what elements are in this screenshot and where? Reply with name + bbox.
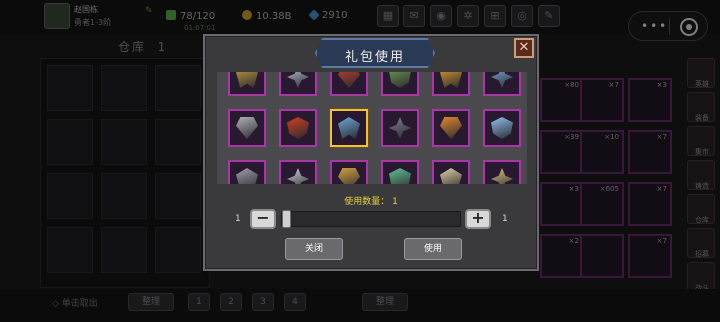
gift-item[interactable] (483, 109, 521, 147)
increase-button[interactable]: + (465, 209, 491, 229)
gift-item[interactable] (279, 72, 317, 96)
gift-item[interactable] (330, 72, 368, 96)
orange-sun-emblem-icon (440, 117, 462, 139)
gift-item[interactable] (279, 109, 317, 147)
crossed-swords-emblem-icon (236, 72, 258, 88)
gold-spike-emblem-icon (491, 168, 513, 184)
blue-gold-cross-emblem-icon (338, 117, 360, 139)
quantity-slider[interactable] (281, 210, 461, 228)
gift-item[interactable] (381, 72, 419, 96)
gift-pack-dialog: 礼包使用 ✕ 使用数量： 1 1 − + 1 关闭 使用 (203, 34, 539, 271)
gift-item[interactable] (228, 109, 266, 147)
gift-item[interactable] (432, 160, 470, 184)
grey-wolf-emblem-icon (236, 168, 258, 184)
gift-item[interactable] (483, 160, 521, 184)
blue-crystal-emblem-icon (491, 72, 513, 88)
quantity-max: 1 (502, 214, 508, 224)
gift-item[interactable] (330, 109, 368, 147)
decrease-button[interactable]: − (250, 209, 276, 229)
use-button[interactable]: 使用 (404, 238, 462, 260)
gift-item[interactable] (432, 109, 470, 147)
gift-item[interactable] (228, 72, 266, 96)
gift-item[interactable] (432, 72, 470, 96)
close-button[interactable]: 关闭 (285, 238, 343, 260)
winged-helm-emblem-icon (287, 72, 309, 88)
red-crest-emblem-icon (338, 72, 360, 88)
gift-item[interactable] (330, 160, 368, 184)
silver-skull-emblem-icon (236, 117, 258, 139)
white-wing-emblem-icon (287, 168, 309, 184)
jade-wing-emblem-icon (389, 168, 411, 184)
quantity-min: 1 (235, 214, 241, 224)
dialog-title-banner: 礼包使用 (315, 38, 435, 68)
gift-item[interactable] (381, 160, 419, 184)
item-grid[interactable] (217, 72, 527, 184)
red-star-emblem-icon (287, 117, 309, 139)
close-icon[interactable]: ✕ (514, 38, 534, 58)
quantity-label: 使用数量： 1 (344, 197, 398, 207)
gold-crown-emblem-icon (440, 72, 462, 88)
gold-horn-emblem-icon (338, 168, 360, 184)
gift-item[interactable] (381, 109, 419, 147)
cream-angel-emblem-icon (440, 168, 462, 184)
dialog-title: 礼包使用 (344, 50, 405, 65)
gift-item[interactable] (228, 160, 266, 184)
dark-armor-emblem-icon (389, 117, 411, 139)
ice-blade-emblem-icon (491, 117, 513, 139)
gift-item[interactable] (483, 72, 521, 96)
gift-item[interactable] (279, 160, 317, 184)
green-wing-emblem-icon (389, 72, 411, 88)
slider-handle[interactable] (282, 210, 291, 228)
